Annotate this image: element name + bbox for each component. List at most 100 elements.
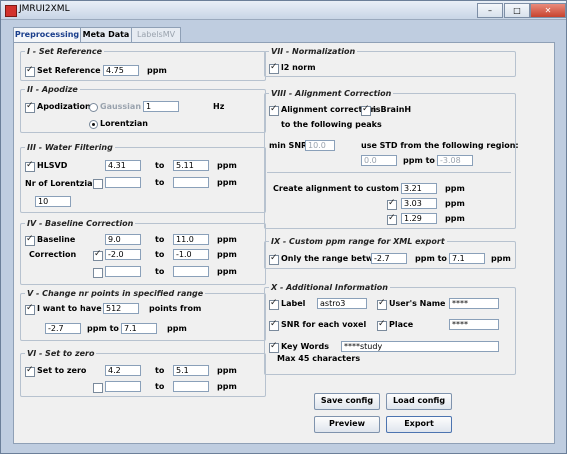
users-name-input[interactable]: [449, 298, 499, 309]
tab-preprocessing[interactable]: Preprocessing: [13, 27, 81, 43]
l2-norm-label: l2 norm: [281, 63, 316, 72]
snr-voxel-label: SNR for each voxel: [281, 320, 367, 329]
unit-label: ppm: [217, 366, 237, 375]
close-button[interactable]: ✕: [530, 3, 566, 18]
peak2-checkbox[interactable]: [387, 198, 397, 210]
ppm-to-label: ppm to: [415, 254, 447, 263]
tab-labelsmv[interactable]: LabelsMV: [131, 27, 181, 42]
unit-label: ppm: [445, 214, 465, 223]
to-label: to: [155, 366, 165, 375]
zero-to2-input[interactable]: [173, 381, 209, 392]
apodize-group: II - Apodize Apodization Gaussian Hz Lor…: [20, 85, 266, 133]
baseline-to3-input[interactable]: [173, 266, 209, 277]
label-checkbox[interactable]: [269, 298, 279, 310]
preview-button[interactable]: Preview: [314, 416, 380, 433]
ppm-to-label: ppm to: [403, 156, 435, 165]
to-label: to: [155, 161, 165, 170]
water-from2-input[interactable]: [105, 177, 141, 188]
peak1-input[interactable]: [401, 183, 437, 194]
baseline-to1-input[interactable]: [173, 234, 209, 245]
place-checkbox[interactable]: [377, 319, 387, 331]
unit-label: ppm: [217, 235, 237, 244]
ppm-to-label: ppm to: [87, 324, 119, 333]
alignment-checkbox[interactable]: [269, 104, 279, 116]
load-config-button[interactable]: Load config: [386, 393, 452, 410]
unit-label: ppm: [491, 254, 511, 263]
points-from-input[interactable]: [45, 323, 81, 334]
range-between-checkbox[interactable]: [269, 253, 279, 265]
std-from-input[interactable]: [361, 155, 397, 166]
baseline-range2-checkbox[interactable]: [93, 249, 103, 261]
lorentzian-radio[interactable]: [89, 120, 98, 129]
unit-label: ppm: [147, 66, 167, 75]
zero-from1-input[interactable]: [105, 365, 141, 376]
correction-label: Correction: [29, 250, 77, 259]
place-input[interactable]: [449, 319, 499, 330]
gaussian-radio[interactable]: [89, 103, 98, 112]
peak3-input[interactable]: [401, 213, 437, 224]
export-to-input[interactable]: [449, 253, 485, 264]
zero-to1-input[interactable]: [173, 365, 209, 376]
set-reference-label: Set Reference: [37, 66, 101, 75]
isbrainh-label: isBrainH: [373, 105, 412, 114]
nr-lorentzians-input[interactable]: [35, 196, 71, 207]
water-range2-checkbox[interactable]: [93, 179, 103, 189]
water-from-input[interactable]: [105, 160, 141, 171]
group-title: III - Water Filtering: [27, 143, 113, 152]
custom-ppm-range-group: IX - Custom ppm range for XML export Onl…: [264, 237, 516, 269]
baseline-checkbox[interactable]: [25, 234, 35, 246]
minimize-button[interactable]: –: [477, 3, 503, 18]
group-title: II - Apodize: [27, 85, 78, 94]
label-input[interactable]: [317, 298, 367, 309]
hlsvd-checkbox[interactable]: [25, 160, 35, 172]
save-config-button[interactable]: Save config: [314, 393, 380, 410]
unit-label: ppm: [217, 267, 237, 276]
set-to-zero-checkbox[interactable]: [25, 365, 35, 377]
zero-range2-checkbox[interactable]: [93, 383, 103, 393]
isbrainh-checkbox[interactable]: [361, 104, 371, 116]
to-label: to: [155, 235, 165, 244]
nr-lorentzians-label: Nr of Lorentzians: [25, 179, 103, 188]
key-words-input[interactable]: [341, 341, 499, 352]
baseline-from3-input[interactable]: [105, 266, 141, 277]
l2-norm-checkbox[interactable]: [269, 62, 279, 74]
app-icon: [5, 5, 17, 17]
peak3-checkbox[interactable]: [387, 213, 397, 225]
baseline-range3-checkbox[interactable]: [93, 268, 103, 278]
std-region-label: use STD from the following region:: [361, 141, 519, 150]
set-reference-group: I - Set Reference Set Reference ppm: [20, 47, 266, 81]
tab-meta-data[interactable]: Meta Data: [80, 27, 132, 42]
unit-label: ppm: [167, 324, 187, 333]
key-words-checkbox[interactable]: [269, 341, 279, 353]
maximize-button[interactable]: □: [504, 3, 530, 18]
users-name-checkbox[interactable]: [377, 298, 387, 310]
baseline-from2-input[interactable]: [105, 249, 141, 260]
key-words-label: Key Words: [281, 342, 329, 351]
set-reference-checkbox[interactable]: [25, 65, 35, 77]
apodization-checkbox[interactable]: [25, 101, 35, 113]
change-points-checkbox[interactable]: [25, 303, 35, 315]
zero-from2-input[interactable]: [105, 381, 141, 392]
export-button[interactable]: Export: [386, 416, 452, 433]
baseline-from1-input[interactable]: [105, 234, 141, 245]
std-to-input[interactable]: [437, 155, 473, 166]
group-title: VII - Normalization: [271, 47, 356, 56]
points-input[interactable]: [103, 303, 139, 314]
hlsvd-label: HLSVD: [37, 161, 68, 170]
water-to-input[interactable]: [173, 160, 209, 171]
points-from-label: points from: [149, 304, 202, 313]
points-to-input[interactable]: [121, 323, 157, 334]
set-to-zero-group: VI - Set to zero Set to zero to ppm to p…: [20, 349, 266, 397]
water-to2-input[interactable]: [173, 177, 209, 188]
peak2-input[interactable]: [401, 198, 437, 209]
apodize-hz-input[interactable]: [143, 101, 179, 112]
baseline-to2-input[interactable]: [173, 249, 209, 260]
min-snr-input[interactable]: [305, 140, 335, 151]
snr-voxel-checkbox[interactable]: [269, 319, 279, 331]
export-from-input[interactable]: [371, 253, 407, 264]
change-points-group: V - Change nr points in specified range …: [20, 289, 266, 341]
window-title: JMRUI2XML: [19, 4, 70, 14]
to-label: to: [155, 178, 165, 187]
reference-ppm-input[interactable]: [103, 65, 139, 76]
unit-label: ppm: [217, 250, 237, 259]
